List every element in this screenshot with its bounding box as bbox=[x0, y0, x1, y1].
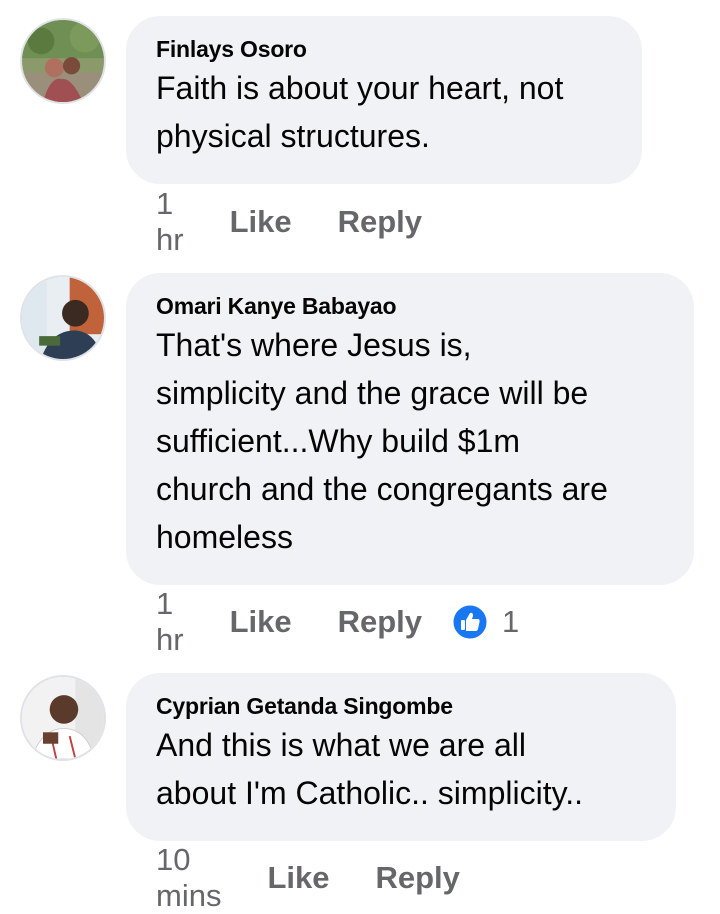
comment-author[interactable]: Omari Kanye Babayao bbox=[156, 291, 666, 321]
reply-button[interactable]: Reply bbox=[338, 604, 422, 640]
comment-actions: 10 mins Like Reply bbox=[156, 842, 460, 913]
comment-time[interactable]: 1 hr bbox=[156, 186, 184, 258]
avatar-photo-icon bbox=[22, 677, 104, 759]
comment-bubble: Finlays Osoro Faith is about your heart,… bbox=[126, 16, 642, 184]
comment-author[interactable]: Finlays Osoro bbox=[156, 34, 614, 64]
comment-author[interactable]: Cyprian Getanda Singombe bbox=[156, 691, 648, 721]
comment-text: That's where Jesus is, simplicity and th… bbox=[156, 327, 608, 555]
avatar[interactable] bbox=[20, 675, 106, 761]
reply-button[interactable]: Reply bbox=[375, 860, 459, 896]
reply-button[interactable]: Reply bbox=[338, 204, 422, 240]
avatar[interactable] bbox=[20, 275, 106, 361]
like-thumbs-up-icon bbox=[452, 604, 488, 640]
avatar-photo-icon bbox=[22, 20, 104, 102]
like-button[interactable]: Like bbox=[230, 604, 292, 640]
like-button[interactable]: Like bbox=[230, 204, 292, 240]
comment-bubble: Cyprian Getanda Singombe And this is wha… bbox=[126, 673, 676, 841]
comment-actions: 1 hr Like Reply 1 bbox=[156, 586, 519, 657]
reaction-count: 1 bbox=[502, 604, 520, 639]
comment-text: Faith is about your heart, not physical … bbox=[156, 70, 564, 154]
like-button[interactable]: Like bbox=[267, 860, 329, 896]
avatar[interactable] bbox=[20, 18, 106, 104]
comment-actions: 1 hr Like Reply bbox=[156, 186, 422, 257]
avatar-photo-icon bbox=[22, 277, 104, 359]
comment-time[interactable]: 1 hr bbox=[156, 586, 184, 658]
comment-text: And this is what we are all about I'm Ca… bbox=[156, 727, 583, 811]
reaction-summary[interactable]: 1 bbox=[452, 604, 519, 640]
comment-bubble: Omari Kanye Babayao That's where Jesus i… bbox=[126, 273, 694, 585]
comment-time[interactable]: 10 mins bbox=[156, 842, 221, 914]
